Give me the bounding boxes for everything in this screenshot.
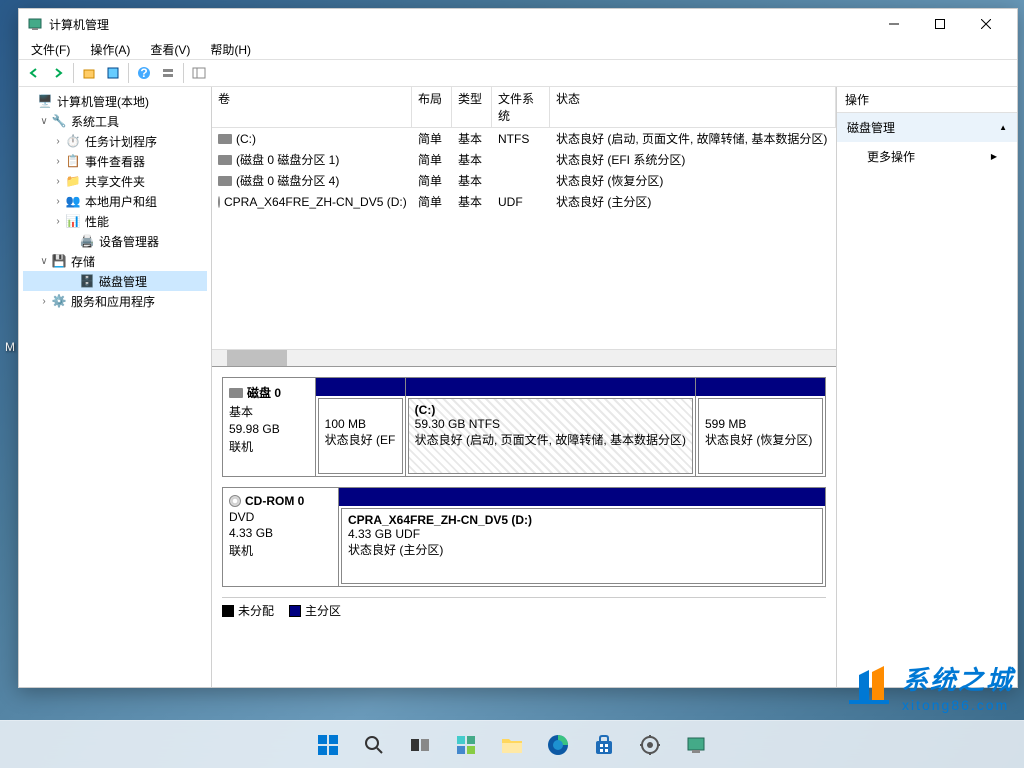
edge-icon[interactable] [538, 725, 578, 765]
tools-icon: 🔧 [51, 113, 67, 129]
partition-recovery[interactable]: 599 MB 状态良好 (恢复分区) [695, 378, 825, 476]
view-button[interactable] [102, 62, 124, 84]
search-icon[interactable] [354, 725, 394, 765]
tree-shared-folders[interactable]: ›📁共享文件夹 [23, 171, 207, 191]
tree-device-manager[interactable]: 🖨️设备管理器 [23, 231, 207, 251]
menu-action[interactable]: 操作(A) [86, 39, 134, 60]
watermark: 系统之城 xitong86.com [844, 660, 1014, 713]
volume-icon [218, 176, 232, 186]
volume-icon [218, 155, 232, 165]
help-button[interactable]: ? [133, 62, 155, 84]
store-icon[interactable] [584, 725, 624, 765]
start-button[interactable] [308, 725, 348, 765]
col-layout[interactable]: 布局 [412, 87, 452, 127]
watermark-url: xitong86.com [902, 697, 1014, 713]
volume-list-header: 卷 布局 类型 文件系统 状态 [212, 87, 836, 128]
collapse-icon: ▲ [999, 123, 1007, 132]
maximize-button[interactable] [917, 9, 963, 39]
disk-0-row[interactable]: 磁盘 0 基本 59.98 GB 联机 100 MB 状态良好 (EFI 系统分… [222, 377, 826, 477]
main-pane: 卷 布局 类型 文件系统 状态 (C:) 简单 基本 NTFS 状态良好 (启动… [212, 87, 837, 687]
window-title: 计算机管理 [49, 16, 871, 33]
partition-dvd[interactable]: CPRA_X64FRE_ZH-CN_DV5 (D:) 4.33 GB UDF 状… [338, 488, 825, 586]
legend-unallocated-swatch [222, 605, 234, 617]
menu-file[interactable]: 文件(F) [27, 39, 74, 60]
panel-button[interactable] [188, 62, 210, 84]
computer-icon: 🖥️ [37, 93, 53, 109]
desktop-icon[interactable]: M [5, 340, 15, 354]
clock-icon: ⏱️ [65, 133, 81, 149]
tree-root[interactable]: 🖥️计算机管理(本地) [23, 91, 207, 111]
tree-pane[interactable]: 🖥️计算机管理(本地) ∨🔧系统工具 ›⏱️任务计划程序 ›📋事件查看器 ›📁共… [19, 87, 212, 687]
event-icon: 📋 [65, 153, 81, 169]
tree-performance[interactable]: ›📊性能 [23, 211, 207, 231]
volume-list[interactable]: 卷 布局 类型 文件系统 状态 (C:) 简单 基本 NTFS 状态良好 (启动… [212, 87, 836, 367]
volume-row[interactable]: (C:) 简单 基本 NTFS 状态良好 (启动, 页面文件, 故障转储, 基本… [212, 128, 836, 149]
volume-icon [218, 134, 232, 144]
task-view-icon[interactable] [400, 725, 440, 765]
up-button[interactable] [78, 62, 100, 84]
action-pane-header: 操作 [837, 87, 1017, 113]
detail-button[interactable] [157, 62, 179, 84]
watermark-logo-icon [844, 660, 894, 713]
taskbar[interactable] [0, 720, 1024, 768]
col-filesystem[interactable]: 文件系统 [492, 87, 550, 127]
tree-services[interactable]: ›⚙️服务和应用程序 [23, 291, 207, 311]
tree-disk-management[interactable]: 🗄️磁盘管理 [23, 271, 207, 291]
col-status[interactable]: 状态 [550, 87, 836, 127]
users-icon: 👥 [65, 193, 81, 209]
action-pane: 操作 磁盘管理▲ 更多操作▶ [837, 87, 1017, 687]
svg-text:?: ? [140, 66, 147, 80]
services-icon: ⚙️ [51, 293, 67, 309]
col-volume[interactable]: 卷 [212, 87, 412, 127]
volume-row[interactable]: CPRA_X64FRE_ZH-CN_DV5 (D:) 简单 基本 UDF 状态良… [212, 191, 836, 212]
legend-primary-swatch [289, 605, 301, 617]
toolbar: ? [19, 59, 1017, 87]
cd-icon [218, 196, 220, 208]
tree-task-scheduler[interactable]: ›⏱️任务计划程序 [23, 131, 207, 151]
menu-view[interactable]: 查看(V) [146, 39, 194, 60]
horizontal-scrollbar[interactable] [212, 349, 836, 366]
cdrom-icon [229, 495, 241, 507]
device-icon: 🖨️ [79, 233, 95, 249]
tree-local-users[interactable]: ›👥本地用户和组 [23, 191, 207, 211]
app-icon-taskbar[interactable] [676, 725, 716, 765]
app-icon [27, 16, 43, 32]
widgets-icon[interactable] [446, 725, 486, 765]
folder-share-icon: 📁 [65, 173, 81, 189]
minimize-button[interactable] [871, 9, 917, 39]
tree-system-tools[interactable]: ∨🔧系统工具 [23, 111, 207, 131]
partition-c[interactable]: (C:) 59.30 GB NTFS 状态良好 (启动, 页面文件, 故障转储,… [405, 378, 695, 476]
forward-button[interactable] [47, 62, 69, 84]
legend: 未分配 主分区 [222, 597, 826, 623]
disk-info: 磁盘 0 基本 59.98 GB 联机 [223, 378, 315, 476]
menubar: 文件(F) 操作(A) 查看(V) 帮助(H) [19, 39, 1017, 59]
action-more[interactable]: 更多操作▶ [837, 142, 1017, 171]
disk-layout: 磁盘 0 基本 59.98 GB 联机 100 MB 状态良好 (EFI 系统分… [212, 367, 836, 687]
close-button[interactable] [963, 9, 1009, 39]
partition-efi[interactable]: 100 MB 状态良好 (EFI 系统分区) [315, 378, 405, 476]
tree-storage[interactable]: ∨💾存储 [23, 251, 207, 271]
menu-help[interactable]: 帮助(H) [206, 39, 255, 60]
watermark-title: 系统之城 [902, 660, 1014, 697]
disk-info: CD-ROM 0 DVD 4.33 GB 联机 [223, 488, 338, 586]
expand-icon: ▶ [991, 152, 997, 161]
settings-icon[interactable] [630, 725, 670, 765]
disk-icon: 🗄️ [79, 273, 95, 289]
back-button[interactable] [23, 62, 45, 84]
volume-row[interactable]: (磁盘 0 磁盘分区 4) 简单 基本 状态良好 (恢复分区) [212, 170, 836, 191]
cdrom-0-row[interactable]: CD-ROM 0 DVD 4.33 GB 联机 CPRA_X64FRE_ZH-C… [222, 487, 826, 587]
computer-management-window: 计算机管理 文件(F) 操作(A) 查看(V) 帮助(H) ? 🖥️计算机管理(… [18, 8, 1018, 688]
action-section-disk[interactable]: 磁盘管理▲ [837, 113, 1017, 142]
titlebar[interactable]: 计算机管理 [19, 9, 1017, 39]
volume-row[interactable]: (磁盘 0 磁盘分区 1) 简单 基本 状态良好 (EFI 系统分区) [212, 149, 836, 170]
disk-icon [229, 388, 243, 398]
explorer-icon[interactable] [492, 725, 532, 765]
storage-icon: 💾 [51, 253, 67, 269]
col-type[interactable]: 类型 [452, 87, 492, 127]
perf-icon: 📊 [65, 213, 81, 229]
tree-event-viewer[interactable]: ›📋事件查看器 [23, 151, 207, 171]
